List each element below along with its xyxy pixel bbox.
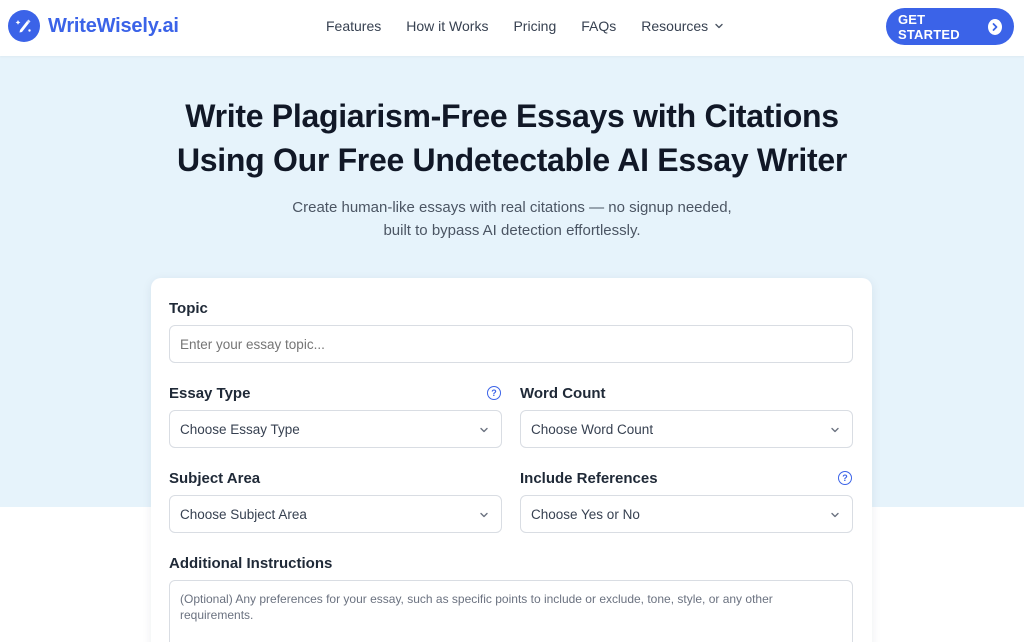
hero-title: Write Plagiarism-Free Essays with Citati… bbox=[0, 94, 1024, 182]
chevron-down-icon bbox=[480, 512, 488, 518]
hero-subtitle-line-1: Create human-like essays with real citat… bbox=[292, 199, 732, 216]
hero-title-line-2: Using Our Free Undetectable AI Essay Wri… bbox=[177, 142, 847, 178]
chevron-down-icon bbox=[831, 427, 839, 433]
topic-label: Topic bbox=[169, 300, 208, 317]
brand-name: WriteWisely.ai bbox=[48, 14, 179, 37]
essay-type-label: Essay Type bbox=[169, 385, 251, 402]
nav-resources-label: Resources bbox=[641, 18, 709, 34]
essay-type-select[interactable]: Choose Essay Type bbox=[169, 410, 502, 448]
nav-features[interactable]: Features bbox=[326, 18, 381, 34]
nav-how-it-works[interactable]: How it Works bbox=[406, 18, 488, 34]
page: WriteWisely.ai Features How it Works Pri… bbox=[0, 0, 1024, 642]
brand-logo[interactable]: WriteWisely.ai bbox=[8, 10, 179, 42]
chevron-down-icon bbox=[715, 23, 723, 29]
subject-area-value: Choose Subject Area bbox=[180, 506, 307, 522]
include-references-help-icon[interactable]: ? bbox=[838, 471, 852, 485]
nav-resources[interactable]: Resources bbox=[641, 18, 724, 34]
nav-pricing[interactable]: Pricing bbox=[513, 18, 556, 34]
hero-subtitle-line-2: built to bypass AI detection effortlessl… bbox=[383, 222, 641, 239]
chevron-down-icon bbox=[831, 512, 839, 518]
subject-area-label: Subject Area bbox=[169, 470, 261, 487]
get-started-button[interactable]: GET STARTED bbox=[886, 8, 1014, 45]
essay-type-value: Choose Essay Type bbox=[180, 421, 300, 437]
additional-instructions-label: Additional Instructions bbox=[169, 555, 333, 572]
subject-area-select[interactable]: Choose Subject Area bbox=[169, 495, 502, 533]
essay-form-card: Topic Essay Type ? Choose Essay Type Wor… bbox=[151, 278, 872, 642]
word-count-value: Choose Word Count bbox=[531, 421, 654, 437]
include-references-label: Include References bbox=[520, 470, 658, 487]
chevron-down-icon bbox=[480, 427, 488, 433]
arrow-right-icon bbox=[987, 18, 1002, 35]
essay-type-help-icon[interactable]: ? bbox=[487, 386, 501, 400]
topic-input[interactable] bbox=[169, 325, 853, 363]
include-references-value: Choose Yes or No bbox=[531, 506, 640, 522]
main-menu: Features How it Works Pricing FAQs Resou… bbox=[326, 18, 749, 34]
hero-subtitle: Create human-like essays with real citat… bbox=[0, 196, 1024, 242]
additional-instructions-textarea[interactable]: (Optional) Any preferences for your essa… bbox=[169, 580, 853, 642]
navbar: WriteWisely.ai Features How it Works Pri… bbox=[0, 0, 1024, 56]
include-references-select[interactable]: Choose Yes or No bbox=[520, 495, 853, 533]
hero-title-line-1: Write Plagiarism-Free Essays with Citati… bbox=[185, 98, 839, 134]
pen-sparkle-icon bbox=[8, 10, 40, 42]
nav-faqs[interactable]: FAQs bbox=[581, 18, 616, 34]
word-count-select[interactable]: Choose Word Count bbox=[520, 410, 853, 448]
additional-instructions-placeholder: (Optional) Any preferences for your essa… bbox=[180, 592, 773, 622]
word-count-label: Word Count bbox=[520, 385, 606, 402]
get-started-label: GET STARTED bbox=[898, 11, 960, 42]
